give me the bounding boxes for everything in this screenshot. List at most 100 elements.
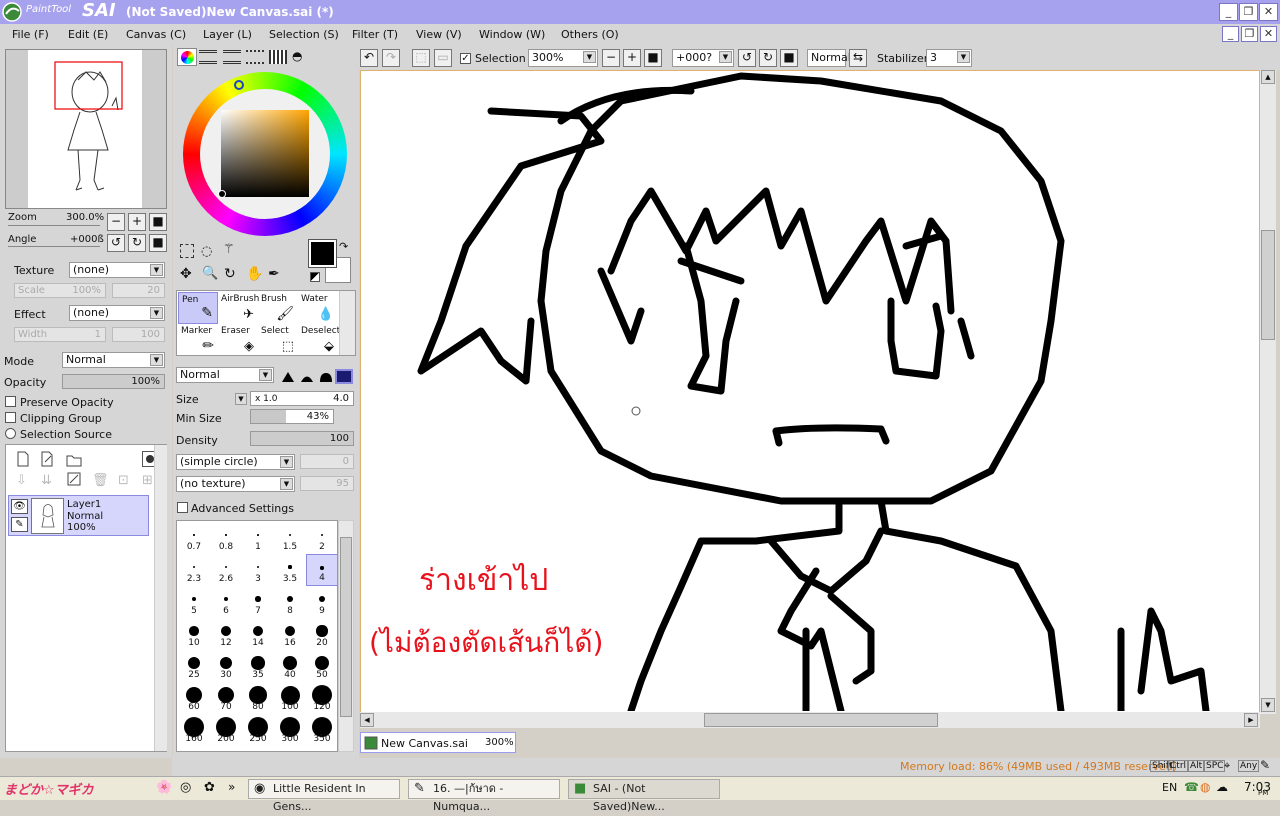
taskbar-expand-icon[interactable]: » xyxy=(228,780,235,794)
swap-colors-icon[interactable]: ↷ xyxy=(339,240,348,253)
tool-eraser[interactable]: Eraser ◈ xyxy=(218,324,258,356)
scratchpad-tab[interactable]: ◓ xyxy=(292,50,310,64)
tool-water[interactable]: Water 💧 xyxy=(298,292,338,324)
brush-size-scrollbar[interactable] xyxy=(338,520,354,752)
chrome-icon[interactable]: ◎ xyxy=(180,780,191,795)
brush-size-cell[interactable]: 2 xyxy=(306,522,337,554)
apply-mask-icon[interactable]: ⊡ xyxy=(118,473,129,488)
hsv-slider-tab[interactable] xyxy=(223,50,241,64)
size-slider[interactable]: x 1.0 4.0 xyxy=(250,391,354,406)
min-size-slider[interactable]: 43% xyxy=(250,409,334,424)
menu-filter[interactable]: Filter (T) xyxy=(352,28,398,41)
tool-brush[interactable]: Brush 🖌 xyxy=(258,292,298,324)
menu-edit[interactable]: Edit (E) xyxy=(68,28,108,41)
blend-mode-dropdown[interactable]: Normal ▼ xyxy=(62,352,165,368)
flip-horizontal-button[interactable]: ⇆ xyxy=(849,49,867,67)
density-slider[interactable]: 100 xyxy=(250,431,354,446)
tray-icon-1[interactable]: ☎ xyxy=(1184,780,1199,794)
tool-airbrush[interactable]: AirBrush ✈ xyxy=(218,292,259,324)
canvas-horizontal-scrollbar[interactable]: ◀ ▶ xyxy=(360,712,1260,728)
brush-size-cell[interactable]: 3.5 xyxy=(274,554,306,586)
transfer-down-icon[interactable]: ⇩ xyxy=(16,473,27,488)
angle-dropdown[interactable]: +000? ▼ xyxy=(672,49,734,67)
new-layer-icon[interactable] xyxy=(16,451,30,467)
toolbar-rotate-right-button[interactable]: ↻ xyxy=(759,49,777,67)
maximize-button[interactable]: ❐ xyxy=(1239,3,1258,21)
undo-button[interactable]: ↶ xyxy=(360,49,378,67)
opacity-slider[interactable]: 100% xyxy=(62,374,165,389)
tray-icon-3[interactable]: ☁ xyxy=(1216,780,1228,794)
doc-restore-button[interactable]: ❐ xyxy=(1241,26,1258,42)
view-blend-field[interactable]: Normal xyxy=(807,49,851,67)
layer-scrollbar[interactable] xyxy=(154,445,167,751)
mask-apply-icon[interactable]: ⊞ xyxy=(142,473,153,488)
advanced-settings-checkbox[interactable] xyxy=(177,502,188,513)
brush-blend-dropdown[interactable]: Normal ▼ xyxy=(176,367,274,383)
doc-minimize-button[interactable]: _ xyxy=(1222,26,1239,42)
close-button[interactable]: ✕ xyxy=(1259,3,1278,21)
zoom-reset-button[interactable]: ■ xyxy=(149,213,167,231)
brush-size-cell[interactable]: 20 xyxy=(306,618,337,650)
canvas-tab[interactable]: New Canvas.sai 300% xyxy=(360,732,516,753)
merge-down-icon[interactable]: ⇊ xyxy=(41,473,52,488)
rgb-slider-tab[interactable] xyxy=(199,50,217,64)
selection-checkbox[interactable]: ✓ xyxy=(460,53,471,64)
brush-size-cell[interactable]: 160 xyxy=(178,714,210,746)
menu-window[interactable]: Window (W) xyxy=(479,28,545,41)
brush-size-cell[interactable]: 70 xyxy=(210,682,242,714)
new-folder-icon[interactable] xyxy=(66,453,82,467)
quicklaunch-icon[interactable]: 🌸 xyxy=(156,780,172,795)
size-mult-dropdown[interactable]: ▼ xyxy=(235,393,247,405)
new-linked-layer-icon[interactable] xyxy=(40,451,56,467)
zoom-icon[interactable]: 🔍 xyxy=(202,266,218,281)
brush-size-cell[interactable]: 25 xyxy=(178,650,210,682)
language-indicator[interactable]: EN xyxy=(1162,781,1177,794)
brush-shape-selector[interactable] xyxy=(280,368,354,384)
brush-size-cell[interactable]: 16 xyxy=(274,618,306,650)
brush-size-cell[interactable]: 350 xyxy=(306,714,337,746)
brush-size-cell[interactable]: 9 xyxy=(306,586,337,618)
brush-size-cell[interactable]: 2.6 xyxy=(210,554,242,586)
brush-size-cell[interactable]: 250 xyxy=(242,714,274,746)
brush-size-cell[interactable]: 1.5 xyxy=(274,522,306,554)
task-sai[interactable]: ■ SAI - (Not Saved)New... xyxy=(568,779,720,813)
tray-icon-2[interactable]: ◍ xyxy=(1200,780,1210,794)
move-icon[interactable]: ✥ xyxy=(180,266,192,282)
menu-view[interactable]: View (V) xyxy=(416,28,462,41)
pencil-icon[interactable]: ✎ xyxy=(11,517,28,532)
menu-others[interactable]: Others (O) xyxy=(561,28,619,41)
stabilizer-dropdown[interactable]: 3 ▼ xyxy=(926,49,972,67)
rotate-icon[interactable]: ↻ xyxy=(224,266,236,282)
brush-size-cell[interactable]: 2.3 xyxy=(178,554,210,586)
magic-wand-icon[interactable]: ⚚ xyxy=(223,242,235,257)
tool-marker[interactable]: Marker ✏ xyxy=(178,324,218,356)
hue-marker[interactable] xyxy=(234,80,244,90)
toolbar-zoom-reset-button[interactable]: ■ xyxy=(644,49,662,67)
redo-button[interactable]: ↷ xyxy=(382,49,400,67)
deselect-button[interactable]: ⬚ xyxy=(412,49,430,67)
brush-size-cell[interactable]: 5 xyxy=(178,586,210,618)
layer-row[interactable]: 👁 ✎ Layer1 Normal 100% xyxy=(8,495,149,536)
reset-colors-icon[interactable] xyxy=(310,272,320,282)
effect-dropdown[interactable]: (none) ▼ xyxy=(69,305,165,321)
drawing-canvas[interactable]: ร่างเข้าไป (ไม่ต้องตัดเส้นก็ได้) xyxy=(360,70,1260,715)
clipping-group-checkbox[interactable] xyxy=(5,412,16,423)
tool-pen[interactable]: Pen ✎ xyxy=(178,292,218,324)
brush-size-cell[interactable]: 0.8 xyxy=(210,522,242,554)
delete-layer-icon[interactable]: 🗑 xyxy=(92,473,109,488)
clear-layer-icon[interactable] xyxy=(66,471,82,487)
brush-size-cell[interactable]: 6 xyxy=(210,586,242,618)
brush-size-cell[interactable]: 80 xyxy=(242,682,274,714)
brush-size-cell[interactable]: 300 xyxy=(274,714,306,746)
doc-close-button[interactable]: ✕ xyxy=(1260,26,1277,42)
zoom-in-button[interactable]: + xyxy=(128,213,146,231)
brush-size-cell[interactable]: 12 xyxy=(210,618,242,650)
palette-tab[interactable] xyxy=(246,50,264,64)
brush-size-cell[interactable]: 3 xyxy=(242,554,274,586)
rotate-reset-button[interactable]: ■ xyxy=(149,234,167,252)
brush-size-cell[interactable]: 200 xyxy=(210,714,242,746)
rotate-right-button[interactable]: ↻ xyxy=(128,234,146,252)
zoom-dropdown[interactable]: 300% ▼ xyxy=(528,49,598,67)
minimize-button[interactable]: _ xyxy=(1219,3,1238,21)
menu-canvas[interactable]: Canvas (C) xyxy=(126,28,186,41)
